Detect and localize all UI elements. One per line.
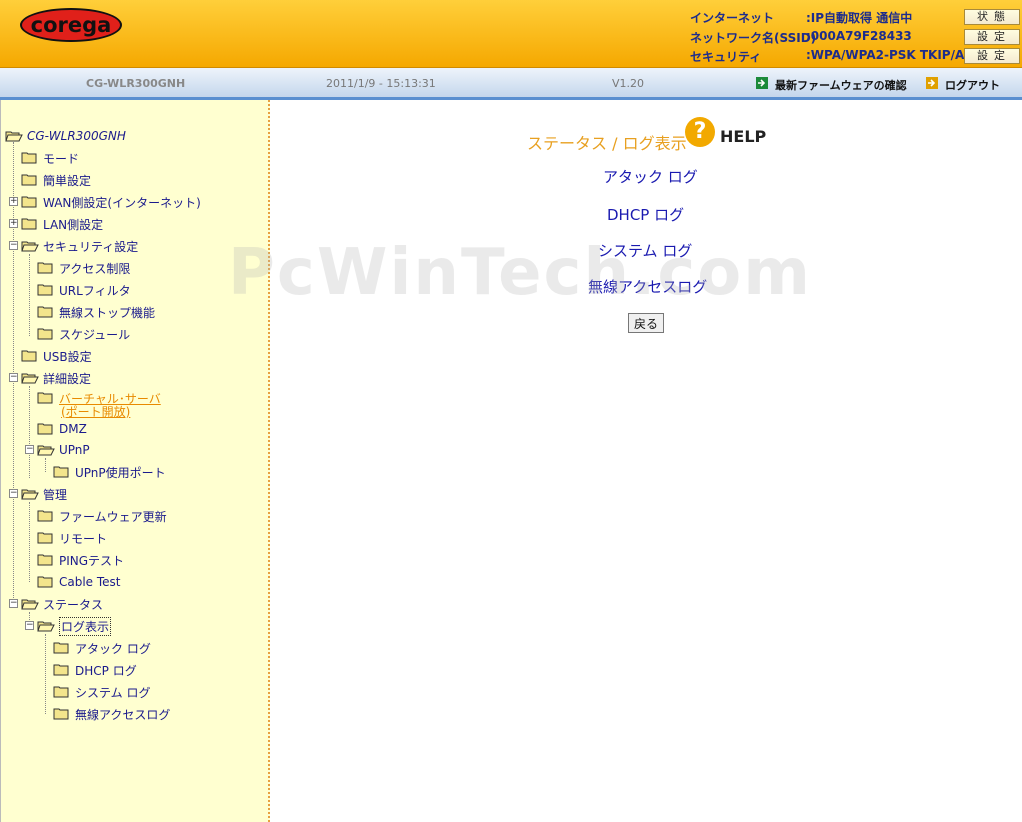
expand-icon[interactable]: + [9,219,18,228]
folder-icon [37,306,53,318]
sidebar-item-ping-test[interactable]: PINGテスト [37,552,124,568]
folder-icon [53,466,69,478]
back-button[interactable]: 戻る [628,313,664,333]
sidebar-item-wireless-access-log[interactable]: 無線アクセスログ [53,706,170,722]
internet-label: インターネット [690,11,775,25]
corega-logo[interactable]: corega [20,8,122,42]
collapse-icon[interactable]: − [9,489,18,498]
sidebar-item-cable-test[interactable]: Cable Test [37,574,121,590]
ssid-label: ネットワーク名(SSID) [690,31,817,45]
main-content: ステータス / ログ表示 ? HELP アタック ログ DHCP ログ システム… [272,100,1022,822]
sidebar-item-security[interactable]: セキュリティ設定 [21,238,138,254]
sidebar-tree: CG-WLR300GNH モード 簡単設定 + WAN側設定(インターネット) … [0,100,270,822]
wireless-access-log-link[interactable]: 無線アクセスログ [588,276,707,297]
folder-open-icon [21,488,39,500]
sidebar-item-url-filter[interactable]: URLフィルタ [37,282,131,298]
folder-open-icon [21,240,39,252]
system-log-link[interactable]: システム ログ [598,240,692,261]
expand-icon[interactable]: + [9,197,18,206]
folder-open-icon [21,598,39,610]
sidebar-item-dhcp-log[interactable]: DHCP ログ [53,662,137,678]
collapse-icon[interactable]: − [9,599,18,608]
collapse-icon[interactable]: − [9,241,18,250]
security-value: :WPA/WPA2-PSK TKIP/AES [806,48,982,62]
folder-icon [37,510,53,522]
tree-root[interactable]: CG-WLR300GNH [5,128,126,144]
folder-icon [21,196,37,208]
folder-icon [37,423,53,435]
folder-icon [37,284,53,296]
model-name: CG-WLR300GNH [86,77,186,90]
internet-value: :IP自動取得 通信中 [806,11,913,25]
firmware-check-link[interactable]: 最新ファームウェアの確認 [775,77,907,93]
sidebar-item-advanced[interactable]: 詳細設定 [21,370,91,386]
arrow-right-icon [926,77,938,89]
folder-icon [53,664,69,676]
sidebar-item-attack-log[interactable]: アタック ログ [53,640,151,656]
folder-open-icon [21,372,39,384]
info-bar: CG-WLR300GNH 2011/1/9 - 15:13:31 V1.20 最… [0,68,1022,100]
security-label: セキュリティ [690,50,762,64]
sidebar-item-system-log[interactable]: システム ログ [53,684,150,700]
folder-icon [37,328,53,340]
sidebar-item-usb[interactable]: USB設定 [21,348,92,364]
dhcp-log-link[interactable]: DHCP ログ [607,204,684,225]
folder-open-icon [37,444,55,456]
help-icon[interactable]: ? [685,117,715,147]
folder-icon [37,554,53,566]
sidebar-item-dmz[interactable]: DMZ [37,421,87,437]
sidebar-item-access-restriction[interactable]: アクセス制限 [37,260,130,276]
folder-icon [21,174,37,186]
sidebar-item-upnp[interactable]: UPnP [37,442,90,458]
sidebar-item-wan[interactable]: WAN側設定(インターネット) [21,194,201,210]
collapse-icon[interactable]: − [25,445,34,454]
page-title: ステータス / ログ表示 [527,134,687,153]
folder-icon [21,218,37,230]
header: corega インターネット :IP自動取得 通信中 状態 ネットワーク名(SS… [0,0,1022,68]
collapse-icon[interactable]: − [25,621,34,630]
folder-icon [53,686,69,698]
folder-icon [53,642,69,654]
folder-icon [37,262,53,274]
sidebar-item-management[interactable]: 管理 [21,486,67,502]
sidebar-item-port-open[interactable]: (ポート開放) [61,403,130,419]
status-button[interactable]: 状態 [964,9,1020,25]
sidebar-item-schedule[interactable]: スケジュール [37,326,130,342]
folder-icon [21,350,37,362]
folder-open-icon [5,130,23,142]
sidebar-item-remote[interactable]: リモート [37,530,107,546]
collapse-icon[interactable]: − [9,373,18,382]
sidebar-item-firmware-update[interactable]: ファームウェア更新 [37,508,167,524]
sidebar-item-easy-setup[interactable]: 簡単設定 [21,172,91,188]
ssid-settings-button[interactable]: 設定 [964,29,1020,45]
folder-icon [21,152,37,164]
help-link[interactable]: HELP [720,127,766,146]
sidebar-item-upnp-ports[interactable]: UPnP使用ポート [53,464,166,480]
sidebar-item-mode[interactable]: モード [21,150,79,166]
folder-icon [37,392,53,404]
folder-icon [37,576,53,588]
security-settings-button[interactable]: 設定 [964,48,1020,64]
ssid-value: :000A79F28433 [806,29,912,43]
sidebar-item-status[interactable]: ステータス [21,596,103,612]
sidebar-item-wireless-stop[interactable]: 無線ストップ機能 [37,304,155,320]
folder-icon [53,708,69,720]
sidebar-item-lan[interactable]: LAN側設定 [21,216,103,232]
firmware-version: V1.20 [612,77,645,90]
attack-log-link[interactable]: アタック ログ [603,166,698,187]
arrow-right-icon [756,77,768,89]
sidebar-item-log-view[interactable]: ログ表示 [37,616,112,636]
folder-icon [37,532,53,544]
logout-link[interactable]: ログアウト [945,77,1000,93]
folder-open-icon [37,620,55,632]
datetime: 2011/1/9 - 15:13:31 [326,77,436,90]
